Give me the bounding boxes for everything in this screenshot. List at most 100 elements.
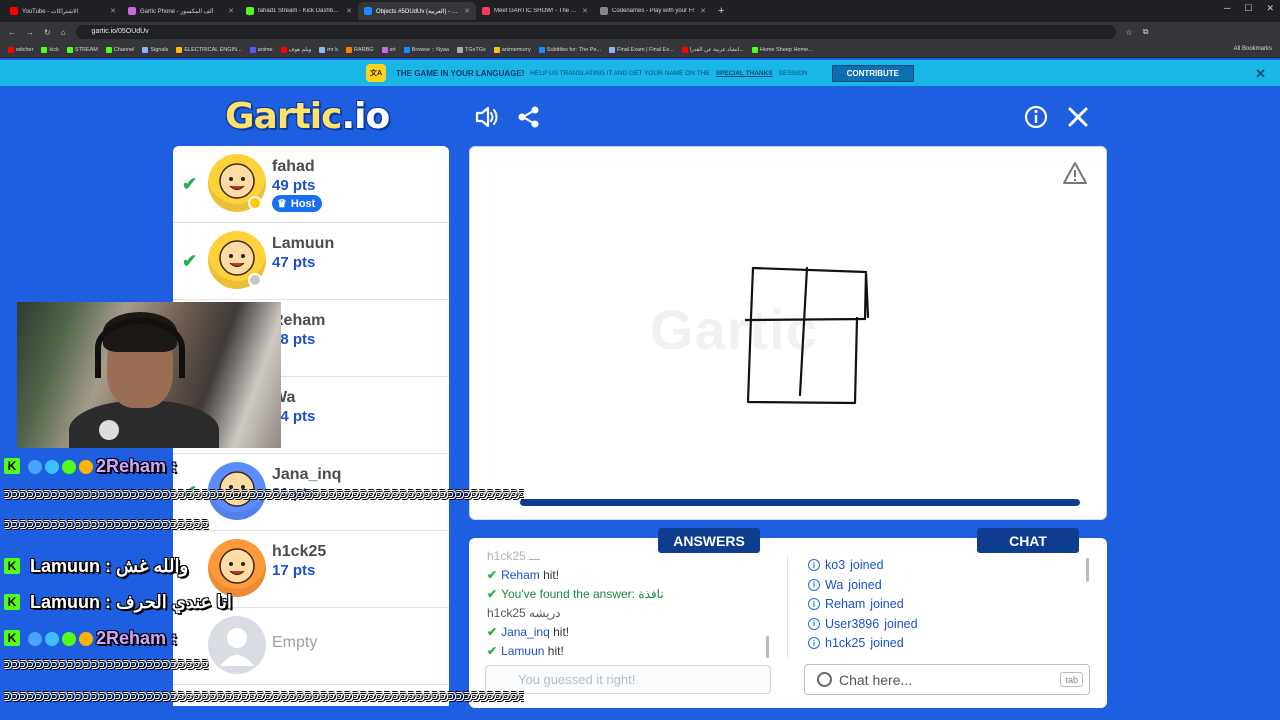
home-icon[interactable]: ⌂: [61, 28, 66, 37]
overlay-username: Lamuun :: [30, 556, 116, 576]
bookmark-item[interactable]: Channel: [105, 46, 135, 53]
browser-tab[interactable]: Meet GARTIC SHOW! - The nex ✕: [476, 2, 594, 20]
bookmark-favicon-icon: [456, 46, 463, 53]
bookmark-item[interactable]: Home Sheep Home...: [751, 46, 813, 53]
bookmark-item[interactable]: RARBG: [345, 46, 374, 53]
bookmark-item[interactable]: anime: [249, 46, 273, 53]
special-thanks-link[interactable]: SPECIAL THANKS: [716, 70, 773, 77]
bookmark-label: STREAM: [74, 46, 98, 53]
bookmark-item[interactable]: witcher: [8, 46, 33, 53]
banner-close-icon[interactable]: ✕: [1255, 66, 1266, 82]
answer-text: hit!: [553, 625, 570, 639]
player-points: 17 pts: [272, 562, 316, 579]
bookmark-favicon-icon: [280, 46, 287, 53]
info-icon: i: [808, 578, 820, 591]
maximize-icon[interactable]: ☐: [1244, 3, 1252, 14]
player-row: ✔ Lamuun 47 pts: [173, 223, 449, 300]
reload-icon[interactable]: ↻: [44, 28, 51, 37]
kick-logo-icon: K: [4, 558, 20, 574]
chat-player: Reham: [825, 597, 866, 612]
bookmark-item[interactable]: STREAM: [66, 46, 98, 53]
bookmark-item[interactable]: انشاد عربية عن القدرا...: [681, 46, 744, 53]
browser-tab[interactable]: Codenames - Play with your Fr ✕: [594, 2, 712, 20]
chat-scrollbar[interactable]: [1086, 558, 1089, 582]
chat-tab[interactable]: CHAT: [977, 528, 1079, 553]
tab-close-icon[interactable]: ✕: [110, 7, 116, 15]
bookmark-item[interactable]: ويلم هوف: [280, 46, 311, 53]
bookmark-item[interactable]: Signals: [142, 46, 168, 53]
host-label: Host: [290, 197, 316, 210]
bookmark-label: Channel: [113, 46, 135, 53]
hit-check-icon: ✔: [487, 644, 498, 658]
tab-close-icon[interactable]: ✕: [228, 7, 234, 15]
bookmark-label: animemurry: [501, 46, 531, 53]
answers-scrollbar[interactable]: [766, 636, 769, 658]
bookmark-item[interactable]: animemurry: [493, 46, 531, 53]
tab-favicon-icon: [128, 7, 136, 15]
exit-icon[interactable]: [1065, 104, 1091, 130]
overlay-chat-line: 2Reham :: [28, 456, 177, 477]
browser-tab[interactable]: fahad1 Stream - Kick Dashboard ✕: [240, 2, 358, 20]
overlay-spam-line: ᕲᕲᕲᕲᕲᕲᕲᕲᕲᕲᕲᕲᕲᕲᕲᕲᕲᕲᕲᕲᕲᕲᕲᕲᕲᕲᕲᕲᕲᕲᕲᕲᕲᕲᕲᕲᕲᕲᕲᕲ…: [4, 690, 524, 704]
bookmark-item[interactable]: srt: [381, 46, 396, 53]
gartic-logo[interactable]: Gartic.io: [225, 96, 390, 137]
url-field[interactable]: gartic.io/05OUdUv: [75, 25, 1116, 39]
volume-icon[interactable]: [474, 104, 500, 130]
bookmark-item[interactable]: ELECTRICAL ENGIN...: [176, 46, 242, 53]
minimize-icon[interactable]: ─: [1224, 3, 1230, 14]
chat-message: i ko3 joined: [808, 558, 884, 572]
star-badge-icon: [62, 632, 76, 647]
bookmark-item[interactable]: Subtitles for: The Pe...: [538, 46, 602, 53]
browser-tab[interactable]: YouTube - الاشتراكات ✕: [4, 2, 122, 20]
answer-player: Jana_inq: [501, 625, 554, 639]
chat-input[interactable]: Chat here... tab: [804, 664, 1090, 695]
contribute-button[interactable]: CONTRIBUTE: [831, 64, 915, 82]
all-bookmarks-link[interactable]: All Bookmarks: [1234, 46, 1272, 52]
back-icon[interactable]: ←: [8, 28, 16, 37]
bookmark-item[interactable]: Final Exam | Final Ex...: [609, 46, 674, 53]
info-icon: i: [808, 617, 820, 630]
player-points: 49 pts: [272, 177, 316, 194]
tab-close-icon[interactable]: ✕: [346, 7, 352, 15]
drawing-canvas[interactable]: Gartic: [469, 146, 1107, 520]
bookmark-item[interactable]: TGxTGx: [456, 46, 486, 53]
one-badge-icon: [79, 460, 93, 475]
one-badge-icon: [79, 632, 93, 647]
answer-input[interactable]: You guessed it right!: [485, 665, 771, 694]
tab-favicon-icon: [10, 7, 18, 15]
forward-icon[interactable]: →: [26, 28, 34, 37]
player-avatar: [208, 539, 266, 597]
answer-player: Reham: [501, 568, 544, 582]
address-bar: ← → ↻ ⌂ gartic.io/05OUdUv ☆ ⧉: [0, 22, 1280, 42]
tab-label: Gartic Phone - ألف المكسور: [140, 8, 214, 15]
share-icon[interactable]: [516, 104, 542, 130]
bookmark-item[interactable]: Browse :: Nyaa: [403, 46, 449, 53]
extensions-icon[interactable]: ⧉: [1143, 27, 1149, 37]
overlay-spam-line: ᕲᕲᕲᕲᕲᕲᕲᕲᕲᕲᕲᕲᕲᕲᕲᕲᕲᕲᕲᕲᕲᕲᕲᕲᕲᕲᕲᕲᕲᕲᕲᕲᕲᕲᕲᕲᕲᕲᕲᕲ…: [4, 488, 524, 502]
chat-message: i Reham joined: [808, 597, 904, 611]
overlay-spam-line: ᕲᕲᕲᕲᕲᕲᕲᕲᕲᕲᕲᕲᕲᕲᕲᕲᕲᕲᕲᕲᕲᕲᕲᕲᕲᕲᕲᕲᕲᕲᕲᕲᕲᕲᕲᕲᕲᕲᕲᕲ…: [4, 658, 209, 672]
tab-close-icon[interactable]: ✕: [464, 7, 470, 15]
tab-list: YouTube - الاشتراكات ✕ Gartic Phone - ألف …: [4, 2, 712, 20]
bookmark-item[interactable]: mr k: [319, 46, 338, 53]
tab-label: Codenames - Play with your Fr: [612, 8, 695, 14]
player-name: h1ck25: [272, 543, 327, 560]
bookmark-label: Home Sheep Home...: [759, 46, 813, 53]
chat-player: h1ck25: [825, 636, 866, 651]
tab-close-icon[interactable]: ✕: [582, 7, 588, 15]
crown-icon: ♛: [277, 198, 287, 210]
guessed-check-icon: ✔: [182, 174, 198, 194]
browser-tab[interactable]: Objects #5OUdUv (العربية) - Gar ✕: [358, 2, 476, 20]
tab-close-icon[interactable]: ✕: [700, 7, 706, 15]
overlay-username: 2Reham :: [96, 456, 178, 476]
browser-tab[interactable]: Gartic Phone - ألف المكسور ✕: [122, 2, 240, 20]
info-icon[interactable]: [1023, 104, 1049, 130]
close-window-icon[interactable]: ✕: [1266, 3, 1274, 14]
new-tab-button[interactable]: +: [718, 5, 724, 17]
bookmark-label: anime: [257, 46, 273, 53]
bookmark-label: Subtitles for: The Pe...: [546, 46, 602, 53]
player-name: Empty: [272, 634, 318, 651]
bookmark-star-icon[interactable]: ☆: [1126, 28, 1133, 37]
bookmark-item[interactable]: kick: [41, 46, 59, 53]
chat-action: joined: [884, 616, 918, 631]
